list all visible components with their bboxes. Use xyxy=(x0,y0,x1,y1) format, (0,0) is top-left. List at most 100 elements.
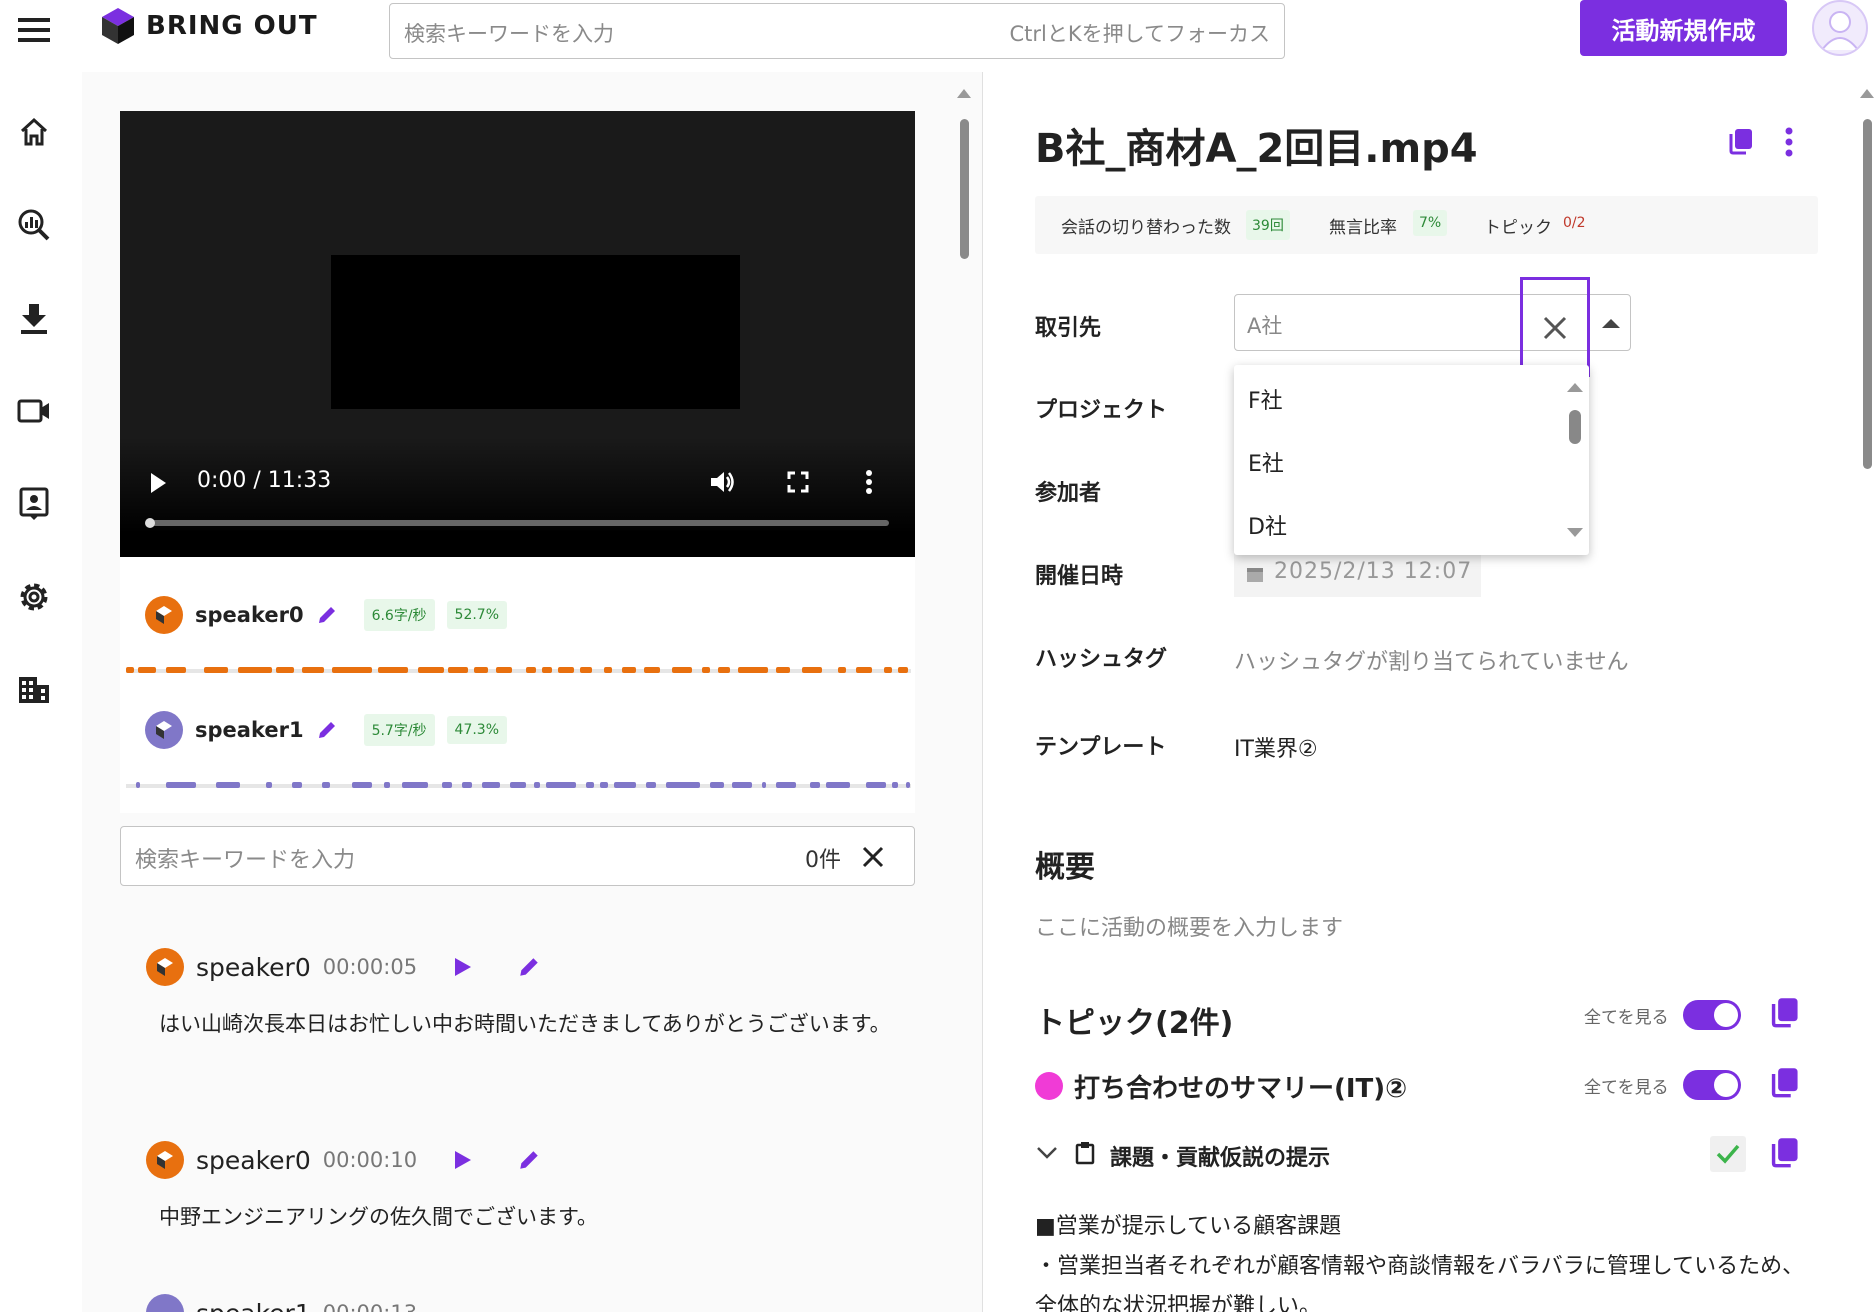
hashtag-value[interactable]: ハッシュタグが割り当てられていません xyxy=(1234,644,1629,676)
video-time: 0:00 / 11:33 xyxy=(197,468,332,493)
timeline-segment xyxy=(558,667,574,673)
overview-placeholder[interactable]: ここに活動の概要を入力します xyxy=(1035,910,1343,942)
app-logo[interactable]: BRING OUT xyxy=(100,6,318,46)
volume-icon[interactable] xyxy=(708,468,736,496)
timeline-segment xyxy=(302,667,324,673)
timeline-segment xyxy=(586,782,594,788)
timeline-segment xyxy=(526,667,536,673)
client-dropdown-toggle[interactable] xyxy=(1590,294,1632,351)
transcript-search-input[interactable]: 検索キーワードを入力 0件 xyxy=(120,826,915,886)
timeline-segment xyxy=(838,667,846,673)
global-search-input[interactable]: 検索キーワードを入力 CtrlとKを押してフォーカス xyxy=(389,3,1285,59)
speaker-timeline xyxy=(126,667,911,673)
template-value[interactable]: IT業界② xyxy=(1234,731,1318,763)
left-scroll-thumb[interactable] xyxy=(960,119,969,259)
video-player[interactable]: 0:00 / 11:33 xyxy=(120,111,915,557)
analytics-search-icon[interactable] xyxy=(14,205,54,245)
play-utterance-icon[interactable] xyxy=(453,956,473,978)
clipboard-icon xyxy=(1075,1142,1095,1165)
download-icon[interactable] xyxy=(14,298,54,338)
edit-icon[interactable] xyxy=(316,604,338,626)
timeline-segment xyxy=(672,667,692,673)
contact-icon[interactable] xyxy=(14,484,54,524)
client-clear-button[interactable] xyxy=(1520,277,1590,377)
timeline-segment xyxy=(906,782,910,788)
edit-icon[interactable] xyxy=(517,1148,541,1172)
timeline-segment xyxy=(138,667,156,673)
timeline-segment xyxy=(604,667,612,673)
timeline-segment xyxy=(276,667,294,673)
close-icon[interactable] xyxy=(1542,315,1568,341)
datetime-label: 開催日時 xyxy=(1035,564,1124,589)
menu-icon[interactable] xyxy=(14,10,54,50)
stat-value: 0/2 xyxy=(1563,215,1586,231)
more-vert-icon[interactable] xyxy=(865,469,873,495)
timeline-segment xyxy=(718,667,730,673)
speaker-row: speaker1 5.7字/秒 47.3% xyxy=(145,708,508,752)
right-scroll-thumb[interactable] xyxy=(1863,119,1872,469)
topic-see-all-toggle[interactable] xyxy=(1682,1070,1741,1100)
client-option[interactable]: D社 xyxy=(1248,509,1287,541)
play-icon[interactable] xyxy=(148,471,168,495)
client-options-list: F社 E社 D社 xyxy=(1234,365,1589,555)
subtopic-check-button[interactable] xyxy=(1710,1136,1746,1172)
hashtag-label: ハッシュタグ xyxy=(1035,647,1168,672)
overview-title: 概要 xyxy=(1035,850,1095,885)
copy-icon[interactable] xyxy=(1728,127,1754,155)
building-icon[interactable] xyxy=(14,670,54,710)
new-activity-button[interactable]: 活動新規作成 xyxy=(1580,0,1787,56)
dropdown-scroll-thumb[interactable] xyxy=(1569,410,1581,444)
settings-icon[interactable] xyxy=(14,577,54,617)
play-utterance-icon[interactable] xyxy=(453,1149,473,1171)
timeline-segment xyxy=(614,782,636,788)
more-vert-icon[interactable] xyxy=(1784,126,1794,158)
check-icon xyxy=(1716,1144,1740,1164)
timeline-segment xyxy=(266,782,272,788)
progress-knob[interactable] xyxy=(145,518,155,528)
dropdown-scrollbar[interactable] xyxy=(1559,365,1589,555)
client-option[interactable]: E社 xyxy=(1248,446,1284,478)
search-shortcut-hint: CtrlとKを押してフォーカス xyxy=(1009,22,1270,46)
clear-search-icon[interactable] xyxy=(861,845,885,869)
utterance: speaker0 00:00:05 はい山崎次長本日はお忙しい中お時間いただきま… xyxy=(146,946,906,1042)
detail-panel xyxy=(983,72,1876,1312)
topic-color-dot xyxy=(1035,1072,1063,1100)
copy-icon[interactable] xyxy=(1770,1136,1800,1168)
activity-title: B社_商材A_2回目.mp4 xyxy=(1035,126,1478,172)
timeline-segment xyxy=(666,782,700,788)
chevron-down-icon[interactable] xyxy=(1036,1146,1058,1160)
left-scrollbar[interactable] xyxy=(955,86,973,1312)
see-all-label: 全てを見る xyxy=(1584,1007,1669,1028)
see-all-label: 全てを見る xyxy=(1584,1077,1669,1098)
home-icon[interactable] xyxy=(14,112,54,152)
video-controls xyxy=(120,437,915,557)
see-all-toggle[interactable] xyxy=(1682,1000,1741,1030)
edit-icon[interactable] xyxy=(316,719,338,741)
user-avatar[interactable] xyxy=(1812,0,1868,56)
speech-rate-badge: 5.7字/秒 xyxy=(363,714,435,746)
stat-value: 39回 xyxy=(1246,210,1290,240)
timeline-segment xyxy=(600,782,608,788)
see-all-toggle-row: 全てを見る xyxy=(1584,1000,1741,1030)
subtopic-name: 課題・貢献仮説の提示 xyxy=(1110,1146,1331,1171)
timeline-segment xyxy=(510,782,526,788)
timeline-segment xyxy=(352,782,372,788)
right-scrollbar[interactable] xyxy=(1858,86,1876,1312)
utterance-speaker: speaker0 xyxy=(196,1145,311,1175)
edit-icon[interactable] xyxy=(517,955,541,979)
fullscreen-icon[interactable] xyxy=(787,471,809,493)
speaker-avatar xyxy=(145,596,183,634)
speaker-stats-panel: speaker0 6.6字/秒 52.7% speaker1 5.7字/秒 47… xyxy=(120,557,915,813)
timeline-segment xyxy=(866,782,886,788)
video-progress-bar[interactable] xyxy=(145,518,889,528)
datetime-field[interactable]: 2025/2/13 12:07 xyxy=(1234,551,1481,597)
caret-up-icon xyxy=(1602,318,1620,328)
timeline-segment xyxy=(482,782,500,788)
copy-icon[interactable] xyxy=(1770,996,1800,1028)
stat-label: トピック xyxy=(1484,218,1552,238)
client-option[interactable]: F社 xyxy=(1248,383,1283,415)
timeline-segment xyxy=(166,667,186,673)
video-icon[interactable] xyxy=(14,391,54,431)
summary-line: 全体的な状況把握が難しい。 xyxy=(1035,1294,1322,1312)
copy-icon[interactable] xyxy=(1770,1066,1800,1098)
